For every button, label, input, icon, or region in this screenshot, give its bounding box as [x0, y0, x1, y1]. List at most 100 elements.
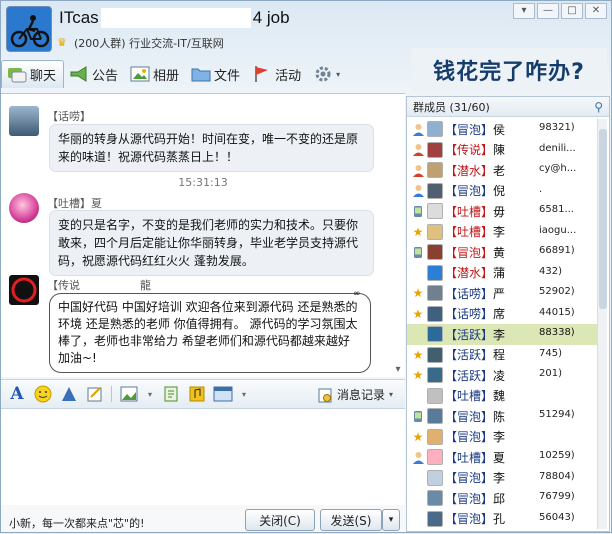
chat-history[interactable]: 【话唠】 华丽的转身从源代码开始！时间在变，唯一不变的还是原来的味道！祝源代码蒸… [1, 93, 405, 377]
member-id: 52902) [539, 286, 575, 297]
group-avatar[interactable] [6, 6, 52, 52]
sender-avatar[interactable] [9, 275, 39, 305]
member-id: . [539, 183, 543, 195]
megaphone-icon [70, 66, 87, 82]
menu-button[interactable]: ▾ [513, 3, 535, 19]
member-scrollbar[interactable] [597, 119, 607, 529]
member-avatar[interactable] [427, 182, 443, 199]
screenshot-icon[interactable] [161, 384, 181, 404]
tab-announcement[interactable]: 公告 [64, 60, 125, 88]
member-avatar[interactable] [427, 469, 443, 486]
note-icon[interactable] [85, 384, 105, 404]
member-avatar[interactable] [427, 449, 443, 466]
member-name: 李 [493, 225, 506, 240]
member-row[interactable]: ★ 【话唠】严 52902) [407, 283, 597, 304]
send-button[interactable]: 发送(S) [320, 509, 382, 531]
member-avatar[interactable] [427, 203, 443, 220]
member-row[interactable]: 【传说】陳 denili... [407, 139, 597, 161]
member-row[interactable]: 【冒泡】邱 76799) [407, 488, 597, 509]
scrollbar-thumb[interactable] [599, 129, 607, 309]
member-name: 李 [493, 471, 506, 486]
member-row[interactable]: 【吐槽】魏 [407, 385, 597, 407]
chevron-down-icon[interactable]: ▾ [145, 384, 155, 404]
member-tag: 【冒泡】 [445, 430, 494, 445]
member-avatar[interactable] [427, 346, 443, 363]
member-row[interactable]: 【潜水】蒲 432) [407, 262, 597, 284]
ad-banner[interactable]: 钱花完了咋办? [411, 48, 607, 92]
member-tag: 【冒泡】 [445, 122, 494, 137]
member-avatar[interactable] [427, 141, 443, 158]
member-avatar[interactable] [427, 367, 443, 384]
blank-icon [411, 491, 425, 505]
phone-icon [411, 204, 425, 218]
member-avatar[interactable] [427, 162, 443, 179]
member-avatar[interactable] [427, 305, 443, 322]
tab-activity[interactable]: 活动 [247, 60, 308, 88]
image-icon[interactable] [119, 384, 139, 404]
member-name: 陳 [493, 143, 506, 158]
cyclist-icon [7, 7, 51, 51]
member-row[interactable]: ★ 【活跃】凌 201) [407, 365, 597, 386]
search-icon[interactable]: ⚲ [594, 100, 603, 114]
member-avatar[interactable] [427, 223, 443, 240]
member-row[interactable]: 【冒泡】孔 56043) [407, 508, 597, 530]
toolbar-divider [111, 386, 113, 402]
tip-text[interactable]: 小新，每一次都来点"芯"的! [9, 515, 145, 531]
member-row[interactable]: 【冒泡】侯 98321) [407, 119, 597, 140]
sender-avatar[interactable] [9, 106, 39, 136]
message-history-button[interactable]: 消息记录 ▾ [317, 386, 393, 403]
tab-album[interactable]: 相册 [125, 60, 186, 88]
chevron-down-icon[interactable]: ▾ [239, 384, 249, 404]
member-avatar[interactable] [427, 531, 443, 532]
member-redaction [513, 221, 541, 242]
member-avatar[interactable] [427, 326, 443, 343]
title-prefix: ITcas [59, 8, 99, 27]
member-row[interactable]: 【冒泡】黄 66891) [407, 242, 597, 263]
member-avatar[interactable] [427, 428, 443, 445]
member-avatar[interactable] [427, 387, 443, 404]
member-tag: 【吐槽】 [445, 204, 494, 219]
member-list[interactable]: 【冒泡】侯 98321) 【传说】陳 denili... 【潜水】老 cy@h... 【冒泡… [407, 119, 597, 532]
send-options-button[interactable]: ▾ [382, 509, 400, 531]
maximize-button[interactable]: □ [561, 3, 583, 19]
member-redaction [513, 344, 541, 365]
member-row[interactable]: ★ 【吐槽】李 iaogu... [407, 221, 597, 243]
member-row[interactable]: 【冒泡】李 78804) [407, 467, 597, 489]
member-name: 倪 [493, 184, 506, 199]
close-button[interactable]: 关闭(C) [245, 509, 315, 531]
close-window-button[interactable]: ✕ [585, 3, 607, 19]
member-avatar[interactable] [427, 264, 443, 281]
member-avatar[interactable] [427, 121, 443, 138]
font-icon[interactable]: A [7, 384, 27, 404]
member-row[interactable]: 【冒泡】 [407, 529, 597, 532]
member-row[interactable]: 【吐槽】毋 6581... [407, 201, 597, 222]
member-row[interactable]: 【冒泡】倪. [407, 180, 597, 202]
member-row[interactable]: 【活跃】李 88338) [407, 324, 597, 345]
music-icon[interactable] [187, 384, 207, 404]
member-row[interactable]: 【冒泡】陈 51294) [407, 406, 597, 427]
member-avatar[interactable] [427, 285, 443, 302]
minimize-button[interactable]: — [537, 3, 559, 19]
member-row[interactable]: ★ 【话唠】席 44015) [407, 303, 597, 325]
member-row[interactable]: ★ 【冒泡】李 [407, 426, 597, 448]
member-row[interactable]: 【潜水】老 cy@h... [407, 160, 597, 181]
window-icon[interactable] [213, 384, 233, 404]
group-subtitle: ♛ (200人群) 行业交流-IT/互联网 [57, 35, 224, 51]
message-input[interactable] [1, 409, 405, 505]
member-avatar[interactable] [427, 490, 443, 507]
member-row[interactable]: 【吐槽】夏 10259) [407, 447, 597, 468]
tab-settings[interactable]: ▾ [308, 60, 347, 88]
member-tag: 【冒泡】 [445, 409, 494, 424]
tab-files[interactable]: 文件 [186, 60, 247, 88]
scroll-down-icon[interactable]: ▾ [391, 364, 405, 376]
member-name: 邱 [493, 491, 506, 506]
star-icon: ★ [412, 429, 424, 444]
magic-icon[interactable] [59, 384, 79, 404]
member-avatar[interactable] [427, 408, 443, 425]
member-avatar[interactable] [427, 510, 443, 527]
sender-avatar[interactable] [9, 193, 39, 223]
tab-chat[interactable]: 聊天 [1, 60, 65, 88]
emoji-icon[interactable] [33, 384, 53, 404]
member-avatar[interactable] [427, 244, 443, 261]
member-row[interactable]: ★ 【活跃】程 745) [407, 344, 597, 366]
